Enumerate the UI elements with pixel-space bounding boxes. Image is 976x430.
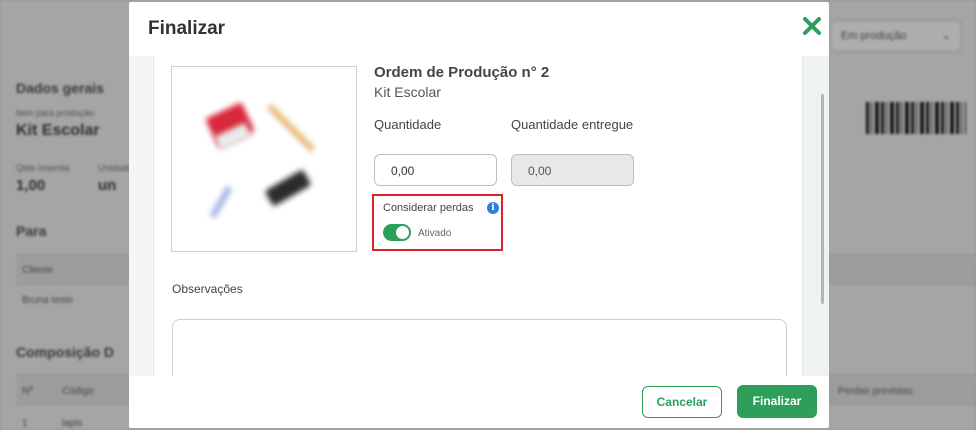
scroll-track[interactable] [803,56,829,376]
delivered-quantity-input: 0,00 [511,154,634,186]
toggle-state-label: Ativado [418,228,452,239]
quantity-label: Quantidade [374,117,442,132]
finalize-modal: Finalizar Ordem de Produção n° 2 Kit Esc… [129,2,829,428]
modal-title: Finalizar [148,18,226,39]
product-image [171,66,357,252]
modal-content: Ordem de Produção n° 2 Kit Escolar Quant… [153,56,803,389]
cancel-button[interactable]: Cancelar [642,386,722,418]
info-icon[interactable]: i [487,202,499,214]
order-title: Ordem de Produção n° 2 [374,64,550,81]
order-subtitle: Kit Escolar [374,84,441,100]
modal-header: Finalizar [129,2,829,56]
consider-losses-toggle[interactable] [383,224,411,241]
quantity-input[interactable]: 0,00 [374,154,497,186]
finalize-button[interactable]: Finalizar [737,385,817,418]
consider-losses-highlight: Considerar perdas i Ativado [372,194,503,251]
modal-footer: Cancelar Finalizar [129,376,829,428]
delivered-quantity-label: Quantidade entregue [511,117,634,132]
modal-body[interactable]: Ordem de Produção n° 2 Kit Escolar Quant… [129,56,829,389]
close-x-icon[interactable] [801,15,823,37]
observations-label: Observações [172,282,243,296]
scrollbar-thumb[interactable] [821,94,824,304]
toggle-knob [396,226,409,239]
consider-losses-label: Considerar perdas [383,202,474,214]
